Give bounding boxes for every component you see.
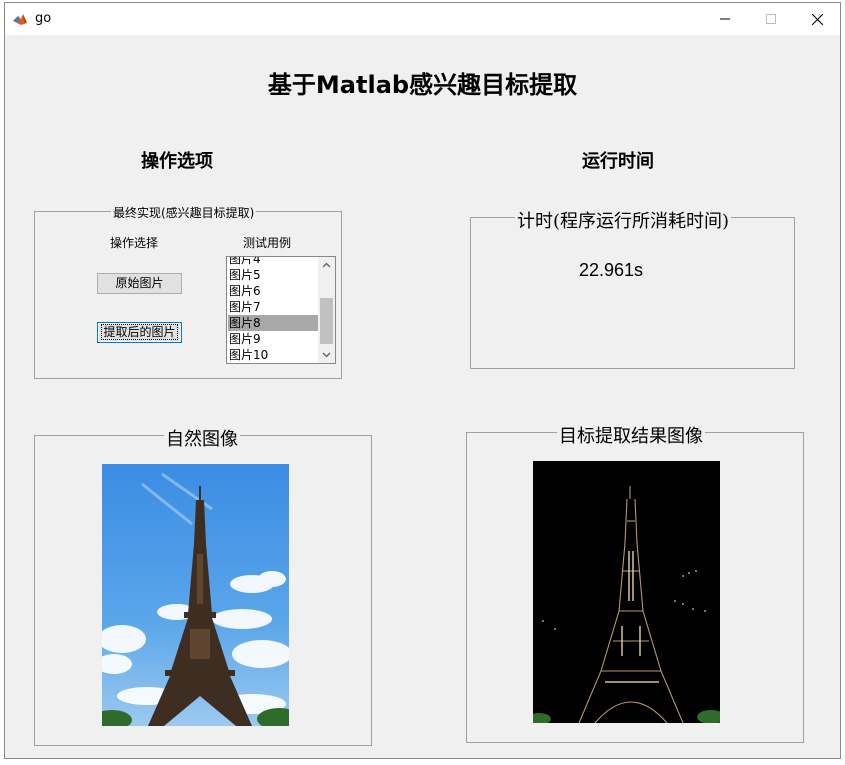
testcase-listbox[interactable]: 图片4 图片5 图片6 图片7 图片8 图片9 图片10 (226, 256, 336, 364)
list-item[interactable]: 图片4 (228, 257, 320, 267)
list-item[interactable]: 图片10 (228, 347, 320, 363)
chevron-up-icon (322, 262, 331, 268)
scroll-thumb[interactable] (320, 298, 333, 344)
maximize-button[interactable] (748, 3, 794, 35)
original-image-button-label: 原始图片 (115, 276, 164, 290)
options-panel: 最终实现(感兴趣目标提取) 操作选择 测试用例 原始图片 提取后的图片 图片4 … (34, 204, 342, 379)
list-item[interactable]: 图片9 (228, 331, 320, 347)
scroll-up-button[interactable] (318, 257, 335, 273)
app-window: go 基于Matlab感兴趣目标提取 操作选项 运行时间 最终实现(感兴趣目标提… (4, 2, 841, 759)
chevron-down-icon (322, 352, 331, 358)
testcase-label: 测试用例 (243, 236, 292, 250)
extracted-image-button-label: 提取后的图片 (101, 324, 178, 340)
result-image-legend: 目标提取结果图像 (557, 422, 705, 448)
title-bar[interactable]: go (5, 3, 840, 35)
operation-label: 操作选择 (110, 236, 159, 250)
minimize-button[interactable] (702, 3, 748, 35)
list-item[interactable]: 图片6 (228, 283, 320, 299)
close-icon (811, 13, 823, 25)
natural-image-legend: 自然图像 (164, 425, 240, 451)
natural-image (102, 464, 289, 726)
options-panel-legend: 最终实现(感兴趣目标提取) (111, 204, 257, 221)
timer-panel-legend: 计时(程序运行所消耗时间) (515, 207, 732, 233)
result-image (533, 461, 720, 723)
maximize-icon (766, 14, 776, 24)
figure-content: 基于Matlab感兴趣目标提取 操作选项 运行时间 最终实现(感兴趣目标提取) … (5, 35, 840, 758)
original-image-button[interactable]: 原始图片 (97, 273, 182, 294)
listbox-scrollbar[interactable] (318, 257, 335, 363)
window-title: go (35, 11, 52, 26)
natural-image-panel: 自然图像 (34, 425, 372, 746)
extracted-image-button[interactable]: 提取后的图片 (97, 322, 182, 343)
elapsed-time-value: 22.961s (579, 260, 644, 280)
page-title: 基于Matlab感兴趣目标提取 (267, 71, 578, 99)
list-item-selected[interactable]: 图片8 (228, 315, 320, 331)
result-image-panel: 目标提取结果图像 (466, 422, 804, 743)
runtime-section-title: 运行时间 (582, 151, 654, 172)
list-item[interactable]: 图片7 (228, 299, 320, 315)
matlab-icon (13, 14, 27, 25)
options-section-title: 操作选项 (141, 151, 213, 172)
list-item[interactable]: 图片5 (228, 267, 320, 283)
scroll-down-button[interactable] (318, 347, 335, 363)
timer-panel: 计时(程序运行所消耗时间) 22.961s (470, 207, 795, 369)
minimize-icon (720, 18, 730, 20)
close-button[interactable] (794, 3, 840, 35)
